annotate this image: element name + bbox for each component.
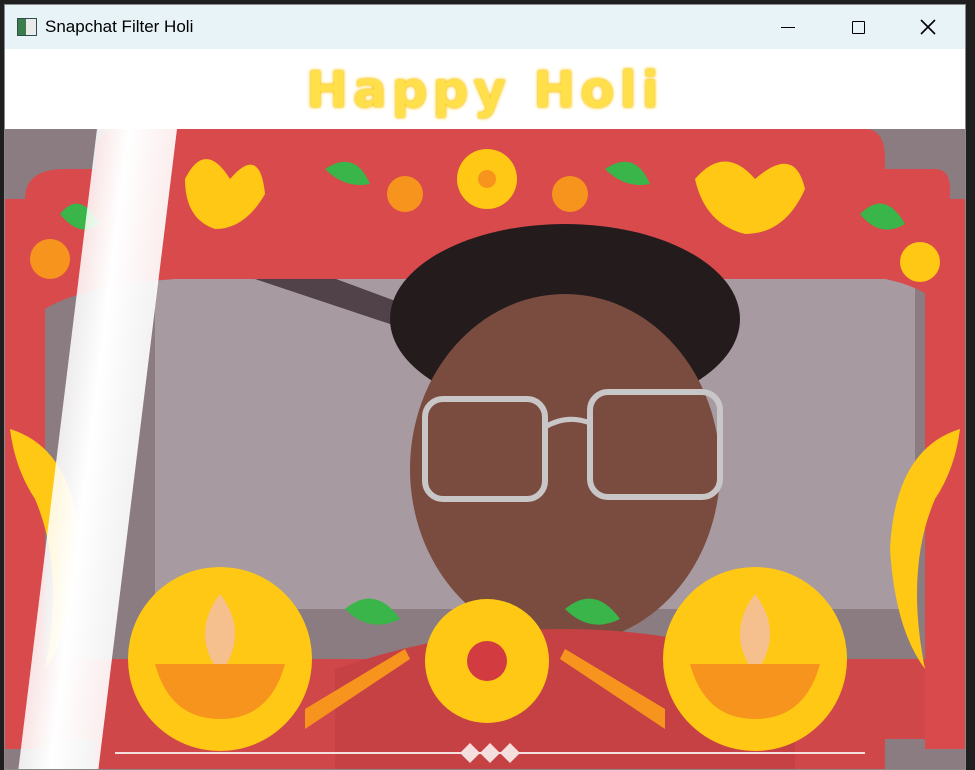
flower-small-right	[900, 242, 940, 282]
close-button[interactable]	[893, 5, 963, 49]
app-window: Snapchat Filter Holi Happy Holi	[4, 4, 966, 770]
minimize-icon	[781, 26, 795, 28]
app-window-icon	[17, 18, 37, 36]
flower-small-left	[30, 239, 70, 279]
camera-feed-canvas: Happy Holi	[5, 49, 965, 769]
flower-bottom-core	[467, 641, 507, 681]
person-face	[410, 294, 720, 644]
ornament-diamonds	[460, 743, 520, 763]
window-title: Snapchat Filter Holi	[45, 17, 194, 36]
happy-holi-headline: Happy Holi	[306, 61, 664, 119]
maximize-button[interactable]	[823, 5, 893, 49]
maximize-icon	[851, 20, 865, 34]
sun-flower-center	[478, 170, 496, 188]
minimize-button[interactable]	[753, 5, 823, 49]
title-bar[interactable]: Snapchat Filter Holi	[5, 5, 965, 49]
flower-small-1	[387, 176, 423, 212]
flower-small-2	[552, 176, 588, 212]
close-icon	[920, 19, 936, 35]
